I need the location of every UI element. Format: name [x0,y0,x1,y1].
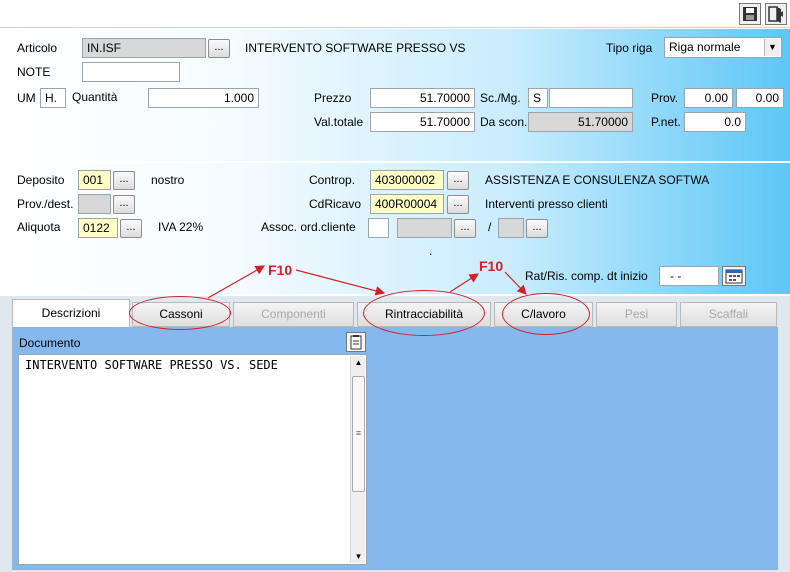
arrow-f10-to-c-lavoro [504,271,527,295]
annotation-arrows [207,265,527,299]
arrow-rintracciabilita-to-f10 [449,273,480,293]
arrow-cassoni-to-f10 [207,265,266,299]
arrow-f10-to-rintracciabilita [295,269,386,296]
